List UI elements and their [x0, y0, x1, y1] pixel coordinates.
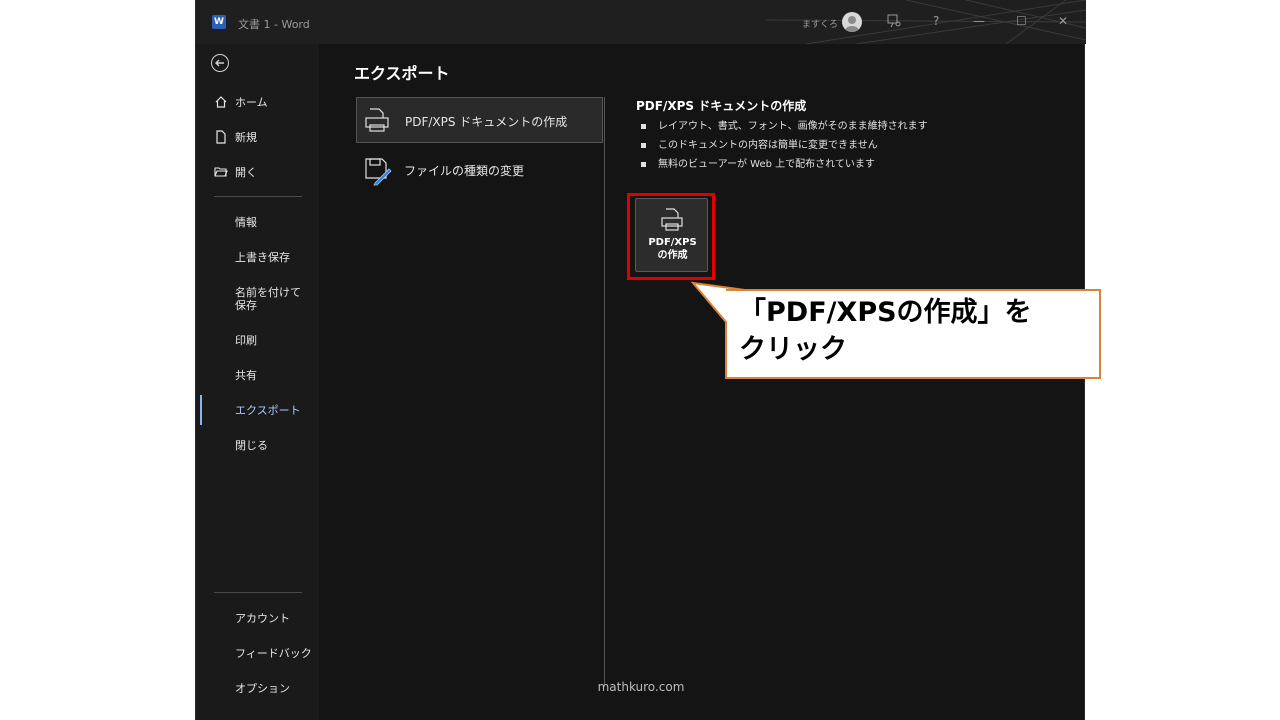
page-title: エクスポート	[354, 64, 450, 83]
list-item: レイアウト、書式、フォント、画像がそのまま維持されます	[641, 117, 928, 136]
highlight-box	[627, 193, 715, 280]
panel-divider	[604, 97, 605, 687]
open-folder-icon	[214, 165, 228, 182]
sidebar-item-label: 情報	[235, 216, 257, 229]
sidebar-item-label: フィードバック	[235, 647, 312, 660]
sidebar-item-label: ホーム	[235, 96, 268, 109]
export-option-label: PDF/XPS ドキュメントの作成	[405, 115, 568, 129]
sidebar-item-label: 閉じる	[235, 439, 268, 452]
minimize-button[interactable]: —	[973, 14, 985, 28]
sidebar-item-label: エクスポート	[235, 404, 301, 417]
sidebar-item-label: 新規	[235, 131, 257, 144]
detail-title: PDF/XPS ドキュメントの作成	[636, 99, 807, 113]
sidebar-item-label: 名前を付けて保存	[235, 286, 301, 312]
pdf-document-icon	[364, 107, 390, 136]
backstage-sidebar: ホーム 新規 開く 情報 上書き保存 名前を付けて保存 印刷 共有 エクスポート…	[196, 44, 319, 720]
sidebar-divider	[214, 592, 302, 593]
coauthor-icon[interactable]	[887, 14, 901, 31]
sidebar-item-label: 共有	[235, 369, 257, 382]
word-app-icon: W	[212, 15, 226, 29]
active-indicator	[200, 395, 202, 425]
list-item: 無料のビューアーが Web 上で配布されています	[641, 155, 928, 174]
document-title: 文書 1 - Word	[238, 18, 310, 31]
help-icon[interactable]: ?	[933, 14, 939, 28]
maximize-button[interactable]: ☐	[1016, 14, 1027, 28]
sidebar-divider	[214, 196, 302, 197]
list-item: このドキュメントの内容は簡単に変更できません	[641, 136, 928, 155]
sidebar-item-label: アカウント	[235, 612, 290, 625]
new-document-icon	[214, 130, 228, 147]
change-file-type-icon	[363, 156, 393, 189]
user-name[interactable]: ますくろ	[802, 17, 838, 30]
export-option-label: ファイルの種類の変更	[404, 164, 525, 178]
detail-bullet-list: レイアウト、書式、フォント、画像がそのまま維持されます このドキュメントの内容は…	[641, 117, 928, 174]
export-option-pdf-xps[interactable]: PDF/XPS ドキュメントの作成	[356, 97, 603, 143]
sidebar-item-label: 印刷	[235, 334, 257, 347]
user-avatar-icon[interactable]	[842, 12, 862, 32]
watermark-text: mathkuro.com	[597, 680, 685, 694]
close-button[interactable]: ✕	[1058, 14, 1068, 28]
callout-text: 「PDF/XPSの作成」を クリック	[739, 297, 1032, 365]
sidebar-item-label: 開く	[235, 166, 257, 179]
home-icon	[214, 95, 228, 112]
export-option-change-type[interactable]: ファイルの種類の変更	[356, 147, 603, 193]
title-bar: W 文書 1 - Word ますくろ ? — ☐ ✕	[196, 0, 1086, 44]
back-arrow-icon[interactable]	[211, 54, 229, 72]
sidebar-item-label: 上書き保存	[235, 251, 290, 264]
